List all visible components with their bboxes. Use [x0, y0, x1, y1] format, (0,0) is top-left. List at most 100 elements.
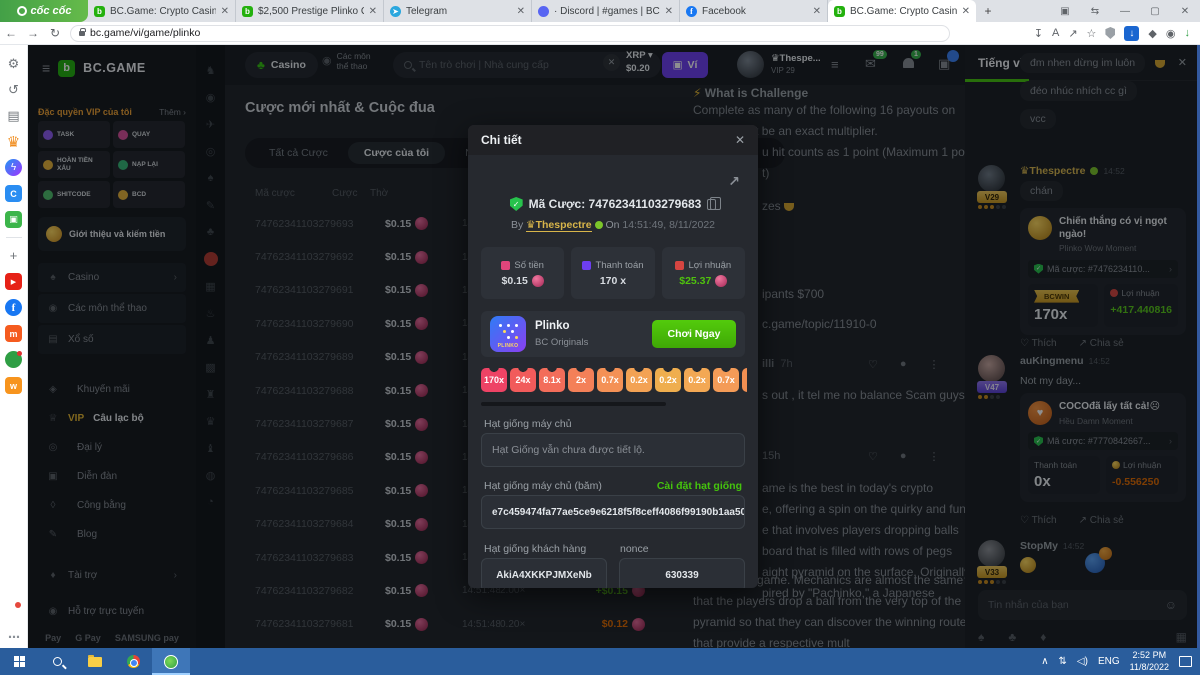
client-seed-input[interactable]: AkiA4XKKPJMXeNb	[481, 558, 607, 588]
bcgame-logo-text[interactable]: BC.GAME	[83, 61, 146, 75]
forward-icon[interactable]: →	[22, 26, 44, 40]
game-category-icon[interactable]: ♜	[204, 387, 218, 401]
sidebar-menu-item[interactable]: ◉ Hỗ trợ trực tuyến	[38, 593, 186, 629]
bet-id-pill[interactable]: ✓ Mã cược: #7476234110... ›	[1028, 259, 1178, 278]
sidebar-menu-item[interactable]: ♠ Casino ›	[38, 263, 186, 292]
vip-perk-tile[interactable]: NẠP LẠI	[113, 151, 185, 178]
sidebar-menu-item[interactable]: ♦ Tài trợ ›	[38, 557, 186, 593]
taskbar-search-button[interactable]	[38, 648, 76, 675]
game-category-icon[interactable]: ◉	[204, 90, 218, 104]
vip-perk-tile[interactable]: QUAY	[113, 121, 185, 148]
game-category-icon[interactable]: ♝	[204, 441, 218, 455]
vip-perk-tile[interactable]: TASK	[38, 121, 110, 148]
game-category-icon[interactable]: ✈	[204, 117, 218, 131]
back-icon[interactable]: ←	[0, 26, 22, 40]
browser-tab[interactable]: f Facebook ✕	[680, 0, 828, 22]
action-center-icon[interactable]	[1179, 656, 1192, 667]
loss-card[interactable]: ♥ COCOđã lấy tất cả!☹ Hều Damn Moment ✓ M…	[1020, 393, 1186, 503]
topic-link-fragment[interactable]: c.game/topic/11910-0	[762, 314, 877, 335]
game-category-icon[interactable]: ◔	[204, 495, 218, 509]
chat-username[interactable]: ♛Thespectre 14:52	[1020, 165, 1125, 177]
tab-close-icon[interactable]: ✕	[665, 6, 673, 17]
server-hash-input[interactable]: e7c459474fa77ae5ce9e6218f5f8ceff4086f991…	[481, 495, 745, 529]
game-category-icon[interactable]: ◎	[204, 144, 218, 158]
bets-tab[interactable]: Tất cả Cược	[253, 142, 344, 164]
bet-id-pill[interactable]: ✓ Mã cược: #7770842667... ›	[1028, 432, 1178, 451]
language-indicator[interactable]: ENG	[1098, 656, 1120, 667]
tab-close-icon[interactable]: ✕	[221, 6, 229, 17]
tray-expand-icon[interactable]: ∧	[1041, 656, 1048, 667]
vip-perks-more-link[interactable]: Thêm ›	[159, 107, 186, 117]
user-avatar[interactable]	[737, 51, 764, 78]
copy-icon[interactable]	[707, 196, 722, 210]
browser-tab[interactable]: b BC.Game: Crypto Casino Gar ✕	[828, 0, 976, 22]
start-button[interactable]	[0, 648, 38, 675]
adblock-shield-icon[interactable]	[1105, 27, 1116, 39]
chat-trophy-icon[interactable]	[1154, 59, 1165, 68]
game-category-icon[interactable]: ♞	[204, 63, 218, 77]
chat-toggle-icon[interactable]: ▣	[938, 50, 959, 72]
sidebar-menu-item[interactable]: ◉ Các môn thể thao	[38, 294, 186, 323]
sidebar-toggle-icon[interactable]: ≡	[42, 60, 50, 76]
reload-icon[interactable]: ↻	[44, 26, 66, 40]
download-active-icon[interactable]: ↓	[1124, 25, 1140, 41]
new-tab-button[interactable]: +	[976, 0, 1000, 22]
user-name[interactable]: ♛Thespe... VIP 29	[771, 53, 821, 78]
rail-icon[interactable]: w	[5, 377, 22, 394]
rain-icon[interactable]: ♠	[978, 630, 984, 644]
sidebar-menu-item[interactable]: ◈ Khuyến mãi	[38, 375, 186, 404]
nonce-input[interactable]: 630339	[619, 558, 745, 588]
rail-more-icon[interactable]: ⋯	[0, 630, 28, 644]
rail-icon[interactable]: ♛	[5, 133, 22, 151]
rail-icon[interactable]: ▶	[5, 273, 22, 290]
rail-icon[interactable]: ▤	[5, 107, 22, 124]
tab-close-icon[interactable]: ✕	[517, 6, 525, 17]
notifications-bell-icon[interactable]	[5, 602, 21, 618]
game-category-icon[interactable]: ♛	[204, 414, 218, 428]
share-button[interactable]: ↗ Chia sẻ	[1079, 515, 1124, 526]
nav-menu-icon[interactable]: ≡	[831, 57, 839, 72]
vip-perk-tile[interactable]: SHITCODE	[38, 181, 110, 208]
chat-username[interactable]: auKingmenu 14:52	[1020, 355, 1110, 367]
like-icon[interactable]: ♡	[868, 358, 878, 371]
clover-icon[interactable]: ♦	[1040, 630, 1046, 644]
extensions-icon[interactable]: ◆	[1148, 27, 1156, 40]
browser-tab[interactable]: · Discord | #games | BC G ✕	[532, 0, 680, 22]
sports-nav-button[interactable]: ◉ Các môn thể thao	[322, 51, 371, 71]
rail-icon[interactable]: +	[5, 247, 22, 264]
game-category-icon[interactable]: ♣	[204, 225, 218, 239]
window-minimize-button[interactable]: —	[1110, 6, 1140, 17]
save-page-icon[interactable]: ↧	[1034, 27, 1043, 40]
translate-icon[interactable]: A	[1052, 27, 1059, 39]
chat-username[interactable]: StopMy 14:52	[1020, 540, 1084, 552]
rail-icon[interactable]: ▣	[5, 211, 22, 228]
chrome-button[interactable]	[114, 648, 152, 675]
play-now-button[interactable]: Chơi Ngay	[652, 320, 736, 348]
modal-share-icon[interactable]: ↗	[728, 173, 740, 190]
modal-close-icon[interactable]: ✕	[735, 133, 745, 147]
downloads-icon[interactable]: ↓	[1185, 27, 1191, 39]
seed-settings-link[interactable]: Cài đặt hạt giống	[657, 480, 742, 492]
emoji-icon[interactable]: ☺	[1165, 598, 1177, 612]
rail-icon[interactable]: m	[5, 325, 22, 342]
vip-perk-tile[interactable]: HOÀN TIỀN XẤU	[38, 151, 110, 178]
like-button[interactable]: ♡ Thích	[1020, 338, 1057, 349]
win-card[interactable]: Chiến thắng có vị ngọt ngào! Plinko Wow M…	[1020, 208, 1186, 335]
dislike-icon[interactable]: ●	[900, 358, 907, 371]
plinko-game-icon[interactable]: PLINKO	[490, 316, 526, 352]
coccoc-menu-button[interactable]: cốc cốc	[0, 0, 88, 22]
game-category-icon[interactable]: ♨	[204, 306, 218, 320]
more-icon[interactable]: ⋮	[929, 358, 940, 371]
tab-close-icon[interactable]: ✕	[369, 6, 377, 17]
bookmark-star-icon[interactable]: ☆	[1087, 27, 1097, 40]
dislike-icon[interactable]: ●	[900, 450, 907, 463]
coccoc-taskbar-button[interactable]	[152, 648, 190, 675]
sidebar-menu-item[interactable]: ◎ Đại lý	[38, 433, 186, 462]
server-seed-input[interactable]: Hạt Giống vẫn chưa được tiết lộ.	[481, 433, 745, 467]
rules-icon[interactable]: ♣	[1008, 630, 1016, 644]
rail-icon[interactable]	[5, 237, 22, 238]
game-category-icon[interactable]: ▩	[204, 360, 218, 374]
vip-perk-tile[interactable]: BCD	[113, 181, 185, 208]
browser-tab[interactable]: b $2,500 Prestige Plinko Challe ✕	[236, 0, 384, 22]
game-category-icon[interactable]: ♠	[204, 171, 218, 185]
